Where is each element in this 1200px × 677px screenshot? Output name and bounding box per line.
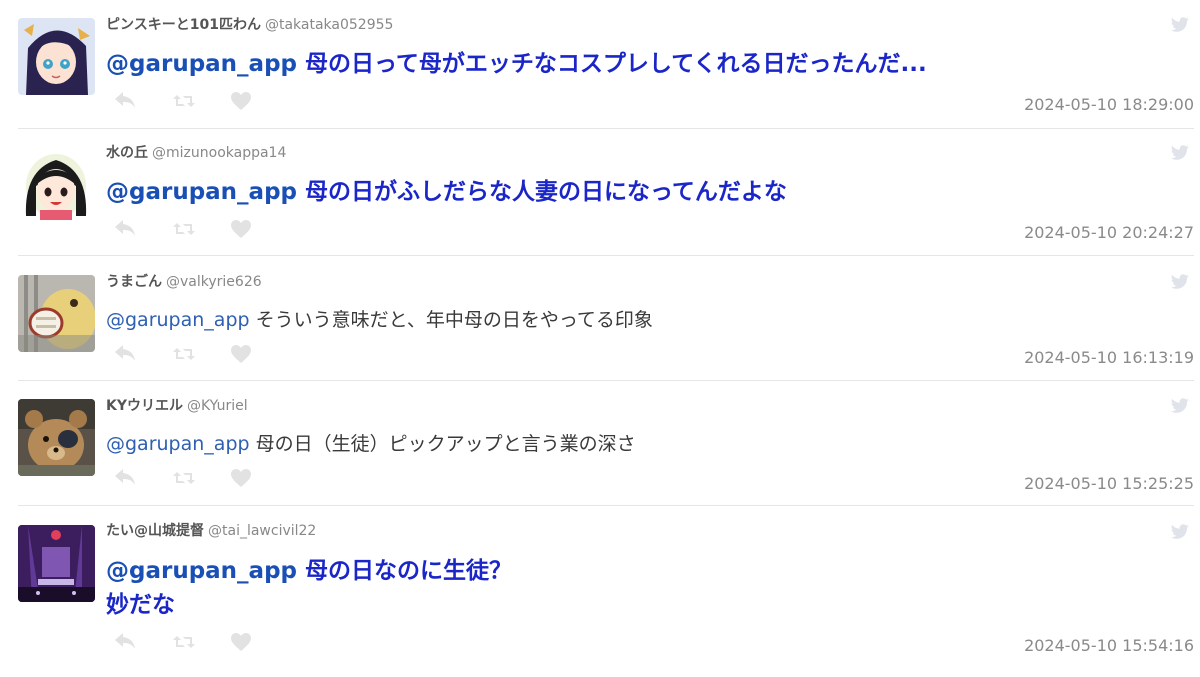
tweet-text: @garupan_app そういう意味だと、年中母の日をやってる印象 — [106, 307, 1146, 333]
reply-icon[interactable] — [114, 91, 136, 113]
avatar[interactable] — [18, 525, 95, 602]
tweet-actions — [114, 219, 264, 239]
user-name[interactable]: ピンスキーと101匹わん — [106, 17, 261, 33]
user-handle[interactable]: @valkyrie626 — [166, 274, 262, 290]
tweet-actions — [114, 91, 264, 111]
tweet-author: KYウリエル @KYuriel — [106, 397, 248, 415]
reply-icon[interactable] — [114, 468, 136, 490]
tweet-body: 母の日なのに生徒？ — [305, 558, 513, 584]
twitter-bird-icon[interactable] — [1170, 524, 1190, 540]
heart-icon[interactable] — [230, 91, 252, 115]
user-handle[interactable]: @KYuriel — [187, 398, 248, 414]
tweet-item: ピンスキーと101匹わん @takataka052955 @garupan_app… — [0, 0, 1200, 128]
tweet-text: @garupan_app 母の日なのに生徒？ — [106, 557, 1146, 585]
tweet-item: うまごん @valkyrie626 @garupan_app そういう意味だと、年… — [0, 255, 1200, 380]
avatar[interactable] — [18, 18, 95, 95]
tweet-author: うまごん @valkyrie626 — [106, 273, 262, 291]
tweet-timestamp[interactable]: 2024-05-10 15:54:16 — [1024, 636, 1194, 655]
tweet-item: KYウリエル @KYuriel @garupan_app 母の日（生徒）ピックアッ… — [0, 380, 1200, 505]
retweet-icon[interactable] — [172, 346, 196, 366]
tweet-text-line2: 妙だな — [106, 592, 175, 618]
tweet-feed: ピンスキーと101匹わん @takataka052955 @garupan_app… — [0, 0, 1200, 677]
user-handle[interactable]: @tai_lawcivil22 — [208, 523, 316, 539]
heart-icon[interactable] — [230, 632, 252, 656]
retweet-icon[interactable] — [172, 93, 196, 113]
heart-icon[interactable] — [230, 468, 252, 492]
tweet-item: たい@山城提督 @tai_lawcivil22 @garupan_app 母の日な… — [0, 505, 1200, 677]
tweet-timestamp[interactable]: 2024-05-10 18:29:00 — [1024, 95, 1194, 114]
twitter-bird-icon[interactable] — [1170, 145, 1190, 161]
tweet-body: 母の日（生徒）ピックアップと言う業の深さ — [255, 433, 636, 455]
retweet-icon[interactable] — [172, 634, 196, 654]
mention-link[interactable]: @garupan_app — [106, 179, 297, 205]
twitter-bird-icon[interactable] — [1170, 398, 1190, 414]
tweet-item: 水の丘 @mizunookappa14 @garupan_app 母の日がふしだら… — [0, 128, 1200, 255]
user-name[interactable]: たい@山城提督 — [106, 523, 204, 539]
tweet-text: @garupan_app 母の日って母がエッチなコスプレしてくれる日だったんだ.… — [106, 50, 1146, 78]
mention-link[interactable]: @garupan_app — [106, 433, 250, 455]
tweet-timestamp[interactable]: 2024-05-10 16:13:19 — [1024, 348, 1194, 367]
tweet-actions — [114, 632, 264, 652]
user-name[interactable]: 水の丘 — [106, 145, 148, 161]
tweet-text: @garupan_app 母の日がふしだらな人妻の日になってんだよな — [106, 178, 1146, 206]
retweet-icon[interactable] — [172, 221, 196, 241]
tweet-actions — [114, 344, 264, 364]
tweet-actions — [114, 468, 264, 488]
mention-link[interactable]: @garupan_app — [106, 51, 297, 77]
tweet-body: 母の日って母がエッチなコスプレしてくれる日だったんだ... — [305, 51, 927, 77]
tweet-body: そういう意味だと、年中母の日をやってる印象 — [255, 309, 653, 331]
tweet-timestamp[interactable]: 2024-05-10 20:24:27 — [1024, 223, 1194, 242]
twitter-bird-icon[interactable] — [1170, 17, 1190, 33]
tweet-author: ピンスキーと101匹わん @takataka052955 — [106, 16, 393, 34]
tweet-author: たい@山城提督 @tai_lawcivil22 — [106, 522, 316, 540]
user-name[interactable]: うまごん — [106, 274, 162, 290]
retweet-icon[interactable] — [172, 470, 196, 490]
user-handle[interactable]: @takataka052955 — [265, 17, 393, 33]
avatar[interactable] — [18, 275, 95, 352]
avatar[interactable] — [18, 146, 95, 223]
heart-icon[interactable] — [230, 344, 252, 368]
reply-icon[interactable] — [114, 344, 136, 366]
reply-icon[interactable] — [114, 632, 136, 654]
user-name[interactable]: KYウリエル — [106, 398, 183, 414]
user-handle[interactable]: @mizunookappa14 — [152, 145, 286, 161]
mention-link[interactable]: @garupan_app — [106, 309, 250, 331]
tweet-text: @garupan_app 母の日（生徒）ピックアップと言う業の深さ — [106, 431, 1146, 457]
tweet-body: 母の日がふしだらな人妻の日になってんだよな — [305, 179, 787, 205]
tweet-author: 水の丘 @mizunookappa14 — [106, 144, 286, 162]
mention-link[interactable]: @garupan_app — [106, 558, 297, 584]
reply-icon[interactable] — [114, 219, 136, 241]
tweet-timestamp[interactable]: 2024-05-10 15:25:25 — [1024, 474, 1194, 493]
heart-icon[interactable] — [230, 219, 252, 243]
twitter-bird-icon[interactable] — [1170, 274, 1190, 290]
avatar[interactable] — [18, 399, 95, 476]
